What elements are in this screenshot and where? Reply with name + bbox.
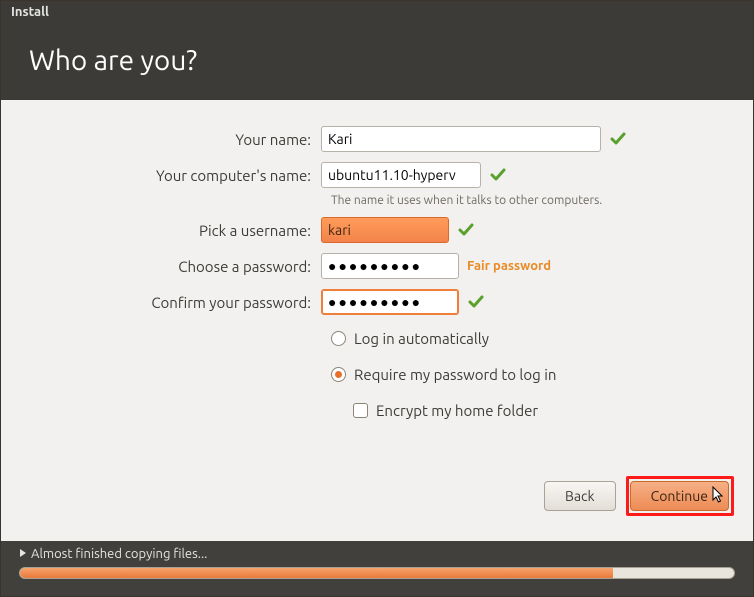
option-label: Log in automatically bbox=[354, 330, 489, 347]
row-confirm: Confirm your password: bbox=[41, 289, 713, 315]
label-computer-name: Your computer's name: bbox=[41, 167, 321, 184]
computer-name-hint: The name it uses when it talks to other … bbox=[331, 194, 713, 207]
label-password: Choose a password: bbox=[41, 258, 321, 275]
confirm-password-input[interactable] bbox=[321, 289, 459, 315]
checkbox-icon[interactable] bbox=[353, 403, 368, 418]
back-button[interactable]: Back bbox=[544, 481, 616, 511]
row-username: Pick a username: bbox=[41, 217, 713, 243]
footer: Almost finished copying files... bbox=[1, 541, 753, 596]
progress-bar bbox=[19, 567, 735, 579]
page-header: Who are you? bbox=[1, 27, 753, 100]
password-input[interactable] bbox=[321, 253, 459, 279]
footer-status-row[interactable]: Almost finished copying files... bbox=[19, 547, 735, 561]
option-require-password[interactable]: Require my password to log in bbox=[331, 361, 713, 387]
option-label: Encrypt my home folder bbox=[376, 402, 538, 419]
label-confirm: Confirm your password: bbox=[41, 294, 321, 311]
user-form: Your name: Your computer's name: The bbox=[41, 126, 713, 423]
checkmark-icon bbox=[489, 166, 507, 184]
label-your-name: Your name: bbox=[41, 131, 321, 148]
checkmark-icon bbox=[457, 221, 475, 239]
row-password: Choose a password: Fair password bbox=[41, 253, 713, 279]
your-name-input[interactable] bbox=[321, 126, 601, 152]
continue-button[interactable]: Continue bbox=[630, 481, 729, 511]
footer-status: Almost finished copying files... bbox=[31, 547, 207, 561]
radio-icon[interactable] bbox=[331, 367, 346, 382]
option-encrypt-home[interactable]: Encrypt my home folder bbox=[353, 397, 713, 423]
form-body: Your name: Your computer's name: The bbox=[1, 100, 753, 541]
row-your-name: Your name: bbox=[41, 126, 713, 152]
username-input[interactable] bbox=[321, 217, 449, 243]
row-computer-name: Your computer's name: bbox=[41, 162, 713, 188]
window-titlebar[interactable]: Install bbox=[1, 1, 753, 27]
computer-name-input[interactable] bbox=[321, 162, 481, 188]
radio-icon[interactable] bbox=[331, 331, 346, 346]
progress-fill bbox=[20, 568, 613, 578]
nav-buttons: Back Continue bbox=[544, 481, 729, 511]
checkmark-icon bbox=[609, 130, 627, 148]
page-title: Who are you? bbox=[29, 45, 725, 76]
label-username: Pick a username: bbox=[41, 222, 321, 239]
checkmark-icon bbox=[467, 293, 485, 311]
installer-window: Install Who are you? Your name: Your com… bbox=[0, 0, 754, 597]
password-strength: Fair password bbox=[467, 259, 551, 273]
triangle-right-icon bbox=[19, 547, 27, 561]
option-auto-login[interactable]: Log in automatically bbox=[331, 325, 713, 351]
option-label: Require my password to log in bbox=[354, 366, 556, 383]
